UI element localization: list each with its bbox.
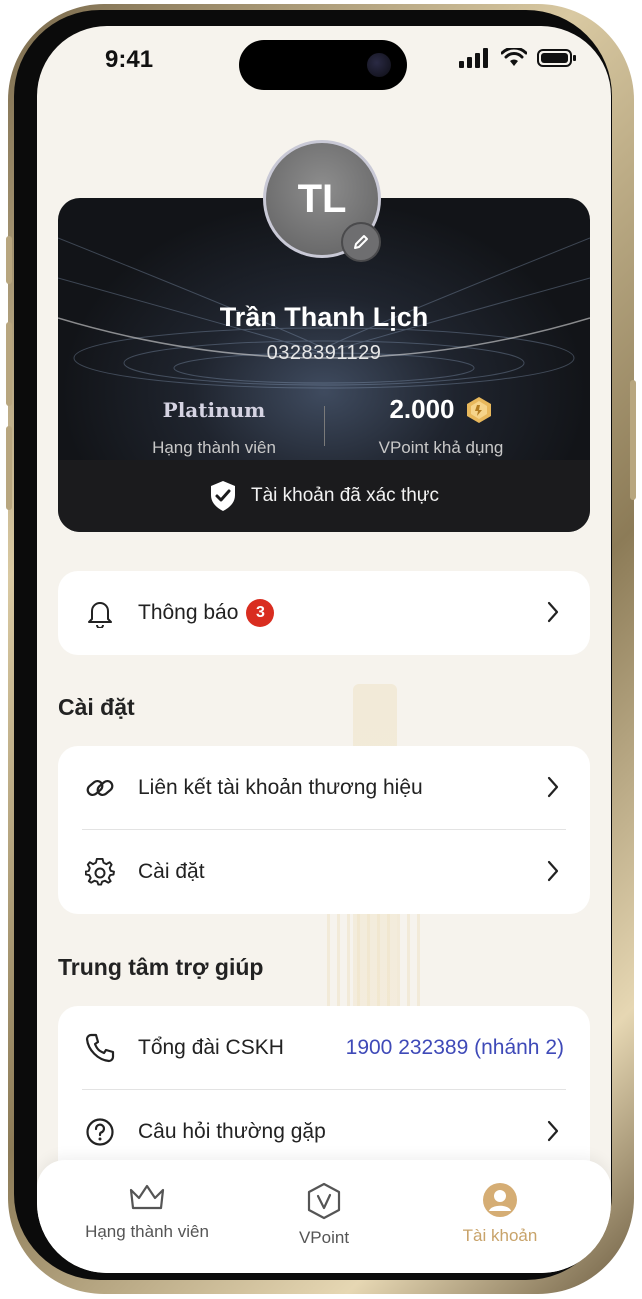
verified-text: Tài khoản đã xác thực: [250, 485, 440, 506]
dynamic-island: [239, 40, 407, 90]
profile-phone: 0328391129: [266, 342, 382, 364]
nav-label-vpoint: VPoint: [298, 1228, 350, 1247]
settings-label: Cài đặt: [138, 860, 205, 883]
vpoint-value: 2.000: [389, 394, 455, 424]
status-icons: [459, 48, 577, 68]
nav-tab-membership[interactable]: Hạng thành viên: [57, 1182, 237, 1242]
hotline-label: Tổng đài CSKH: [138, 1036, 284, 1059]
camera-icon: [367, 53, 391, 77]
link-brand-account-row[interactable]: Liên kết tài khoản thương hiệu: [58, 746, 590, 830]
phone-icon: [84, 1032, 116, 1064]
link-brand-account-label: Liên kết tài khoản thương hiệu: [138, 776, 423, 799]
verified-status: Tài khoản đã xác thực: [58, 481, 590, 511]
chevron-right-icon: [547, 776, 559, 798]
chevron-right-icon: [547, 860, 559, 882]
profile-name: Trần Thanh Lịch: [219, 302, 429, 332]
notifications-count-badge: 3: [246, 599, 275, 627]
member-tier-label: Hạng thành viên: [152, 438, 276, 457]
vpoint-icon: [307, 1182, 341, 1220]
volume-down-button: [6, 426, 12, 510]
edit-avatar-button[interactable]: [341, 222, 381, 262]
vpoint-coin-icon: [466, 396, 491, 423]
pencil-icon: [354, 235, 368, 249]
account-icon: [483, 1183, 517, 1217]
settings-row[interactable]: Cài đặt: [58, 830, 590, 914]
settings-panel: Liên kết tài khoản thương hiệu Cài đặt: [58, 746, 590, 914]
nav-tab-account[interactable]: Tài khoản: [410, 1182, 590, 1246]
nav-label-account: Tài khoản: [462, 1226, 538, 1245]
gear-icon: [84, 856, 116, 888]
stat-divider: [324, 406, 325, 446]
notifications-row[interactable]: Thông báo 3: [58, 571, 590, 655]
chevron-right-icon: [547, 601, 559, 623]
member-tier: Platinum: [162, 398, 266, 422]
shield-check-icon: [210, 481, 235, 511]
nav-label-membership: Hạng thành viên: [85, 1222, 209, 1241]
crown-icon: [129, 1184, 165, 1210]
hotline-number[interactable]: 1900 232389 (nhánh 2): [346, 1036, 564, 1060]
avatar-initials: TL: [297, 176, 347, 221]
question-circle-icon: [84, 1116, 116, 1148]
vpoint-label: VPoint khả dụng: [378, 438, 504, 457]
notifications-panel: Thông báo 3: [58, 571, 590, 655]
bottom-nav: Hạng thành viên VPoint Tài khoản: [37, 1160, 611, 1273]
vpoint-balance[interactable]: 2.000: [355, 394, 527, 425]
screen: 9:41 TL Trần Thanh Lịch 0328391129 Plati…: [37, 26, 611, 1273]
power-button: [630, 380, 636, 500]
bell-icon: [84, 597, 116, 629]
link-icon: [84, 772, 116, 804]
chevron-right-icon: [547, 1120, 559, 1142]
nav-tab-vpoint[interactable]: VPoint: [234, 1182, 414, 1248]
hotline-row[interactable]: Tổng đài CSKH 1900 232389 (nhánh 2): [58, 1006, 590, 1090]
volume-up-button: [6, 322, 12, 406]
signal-icon: [459, 48, 488, 68]
faq-label: Câu hỏi thường gặp: [138, 1120, 326, 1143]
notifications-label: Thông báo: [138, 601, 239, 624]
help-section-title: Trung tâm trợ giúp: [58, 954, 264, 980]
battery-icon: [537, 49, 576, 67]
wifi-icon: [501, 48, 527, 66]
mute-switch: [6, 236, 12, 284]
status-time: 9:41: [105, 46, 154, 73]
settings-section-title: Cài đặt: [58, 694, 135, 720]
